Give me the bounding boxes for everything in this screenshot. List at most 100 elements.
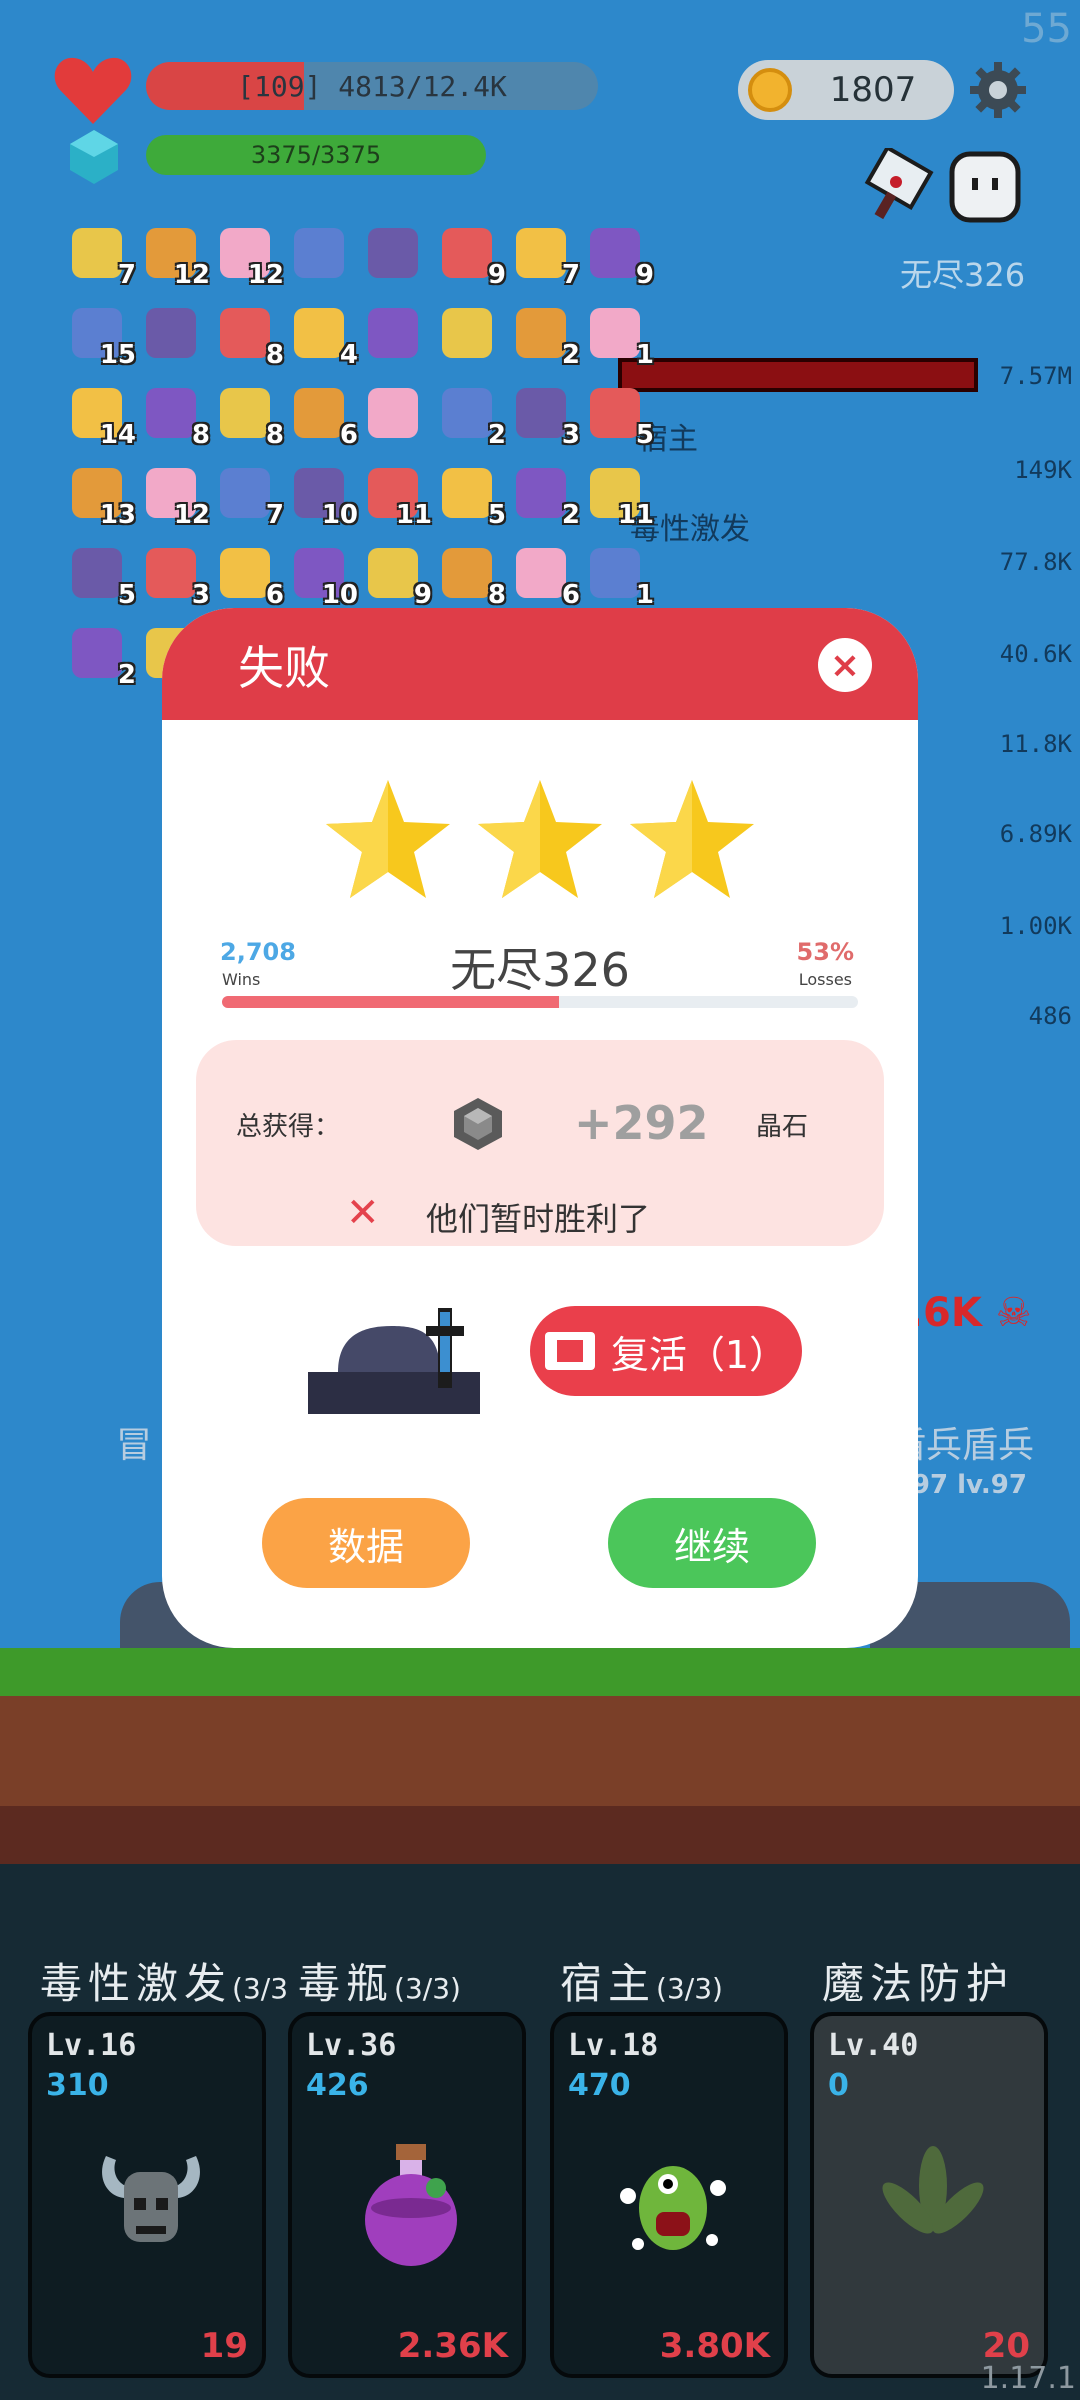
inventory-item[interactable]: 7 xyxy=(512,224,580,290)
inventory-item[interactable] xyxy=(290,224,348,282)
item-icon xyxy=(146,308,196,358)
close-button[interactable]: × xyxy=(818,638,872,692)
inventory-item[interactable]: 1 xyxy=(586,544,654,610)
item-count: 8 xyxy=(191,420,210,450)
inventory-item[interactable]: 5 xyxy=(586,384,654,450)
inventory-item[interactable]: 14 xyxy=(68,384,136,450)
inventory-item[interactable]: 12 xyxy=(142,224,210,290)
version-label: 1.17.1 xyxy=(980,2361,1076,2396)
tombstone-icon xyxy=(308,1308,480,1414)
item-icon xyxy=(72,628,122,678)
inventory-item[interactable]: 2 xyxy=(512,304,580,370)
item-icon xyxy=(516,388,566,438)
skill-card-toxic-burst[interactable]: Lv.16 310 19 xyxy=(28,2012,266,2378)
inventory-item[interactable]: 8 xyxy=(216,304,284,370)
inventory-item[interactable]: 10 xyxy=(290,544,358,610)
inventory-item[interactable]: 2 xyxy=(512,464,580,530)
damage-value: 486 xyxy=(1028,1002,1072,1030)
ghost-enemy-icon xyxy=(949,151,1021,223)
item-icon xyxy=(442,548,492,598)
inventory-item[interactable]: 2 xyxy=(68,624,136,690)
damage-value: 149K xyxy=(1014,456,1072,484)
inventory-item[interactable]: 1 xyxy=(586,304,654,370)
stats-button[interactable]: 数据 xyxy=(262,1498,470,1588)
skill-level: Lv.40 xyxy=(828,2028,919,2063)
inventory-item[interactable]: 5 xyxy=(438,464,506,530)
item-count: 12 xyxy=(247,260,284,290)
item-icon xyxy=(516,228,566,278)
item-count: 1 xyxy=(635,340,654,370)
dialog-title: 失败 xyxy=(238,641,330,695)
settings-gear-icon[interactable] xyxy=(968,60,1028,120)
skill-card-magic-shield[interactable]: Lv.40 0 20 xyxy=(810,2012,1048,2378)
item-icon xyxy=(294,228,344,278)
inventory-item[interactable]: 8 xyxy=(438,544,506,610)
item-icon xyxy=(72,228,122,278)
item-count: 12 xyxy=(173,260,210,290)
dirt xyxy=(0,1696,1080,1806)
damage-value: 40.6K xyxy=(999,640,1072,668)
inventory-item[interactable] xyxy=(142,304,200,362)
inventory-item[interactable]: 13 xyxy=(68,464,136,530)
inventory-item[interactable]: 9 xyxy=(586,224,654,290)
item-count: 3 xyxy=(561,420,580,450)
item-icon xyxy=(368,228,418,278)
dirt-lower xyxy=(0,1806,1080,1864)
inventory-item[interactable] xyxy=(438,304,496,362)
inventory-item[interactable]: 4 xyxy=(290,304,358,370)
item-count: 12 xyxy=(173,500,210,530)
skill-title: 宿主(3/3) xyxy=(560,1959,723,2008)
health-bar: [109] 4813/12.4K xyxy=(146,62,598,110)
inventory-item[interactable]: 3 xyxy=(512,384,580,450)
cleaver-icon xyxy=(864,148,934,220)
inventory-item[interactable] xyxy=(364,384,422,442)
inventory-item[interactable]: 3 xyxy=(142,544,210,610)
coin-counter: 1807 xyxy=(738,60,954,120)
item-icon xyxy=(516,308,566,358)
item-count: 15 xyxy=(99,340,136,370)
revive-button[interactable]: 复活（1） xyxy=(530,1306,802,1396)
mana-gem-icon xyxy=(70,130,118,184)
hero-name-bg: 冒 xyxy=(116,1425,153,1466)
inventory-item[interactable]: 2 xyxy=(438,384,506,450)
continue-button[interactable]: 继续 xyxy=(608,1498,816,1588)
horned-skull-icon xyxy=(102,2156,200,2242)
skill-card-poison-bottle[interactable]: Lv.36 426 2.36K xyxy=(288,2012,526,2378)
item-icon xyxy=(220,308,270,358)
item-icon xyxy=(368,548,418,598)
inventory-item[interactable]: 6 xyxy=(512,544,580,610)
inventory-item[interactable]: 6 xyxy=(290,384,358,450)
inventory-item[interactable] xyxy=(364,224,422,282)
skull-icon: ☠ xyxy=(995,1290,1032,1336)
item-icon xyxy=(368,388,418,438)
damage-value: 77.8K xyxy=(999,548,1072,576)
inventory-item[interactable]: 12 xyxy=(216,224,284,290)
skill-points: 310 xyxy=(46,2068,109,2103)
inventory-item[interactable]: 8 xyxy=(142,384,210,450)
inventory-item[interactable]: 9 xyxy=(364,544,432,610)
skill-value: 3.80K xyxy=(659,2326,770,2366)
inventory-item[interactable]: 7 xyxy=(68,224,136,290)
revive-label: 复活（1） xyxy=(610,1332,788,1377)
inventory-item[interactable]: 6 xyxy=(216,544,284,610)
cross-icon: ✕ xyxy=(346,1190,380,1236)
item-count: 2 xyxy=(561,500,580,530)
inventory-item[interactable]: 10 xyxy=(290,464,358,530)
inventory-item[interactable]: 11 xyxy=(586,464,654,530)
skill-card-host[interactable]: Lv.18 470 3.80K xyxy=(550,2012,788,2378)
inventory-item[interactable]: 9 xyxy=(438,224,506,290)
skill-title: 毒瓶(3/3) xyxy=(298,1959,461,2008)
item-count: 7 xyxy=(561,260,580,290)
inventory-item[interactable]: 5 xyxy=(68,544,136,610)
item-icon xyxy=(442,228,492,278)
item-icon xyxy=(146,388,196,438)
inventory-item[interactable]: 15 xyxy=(68,304,136,370)
inventory-item[interactable]: 11 xyxy=(364,464,432,530)
item-icon xyxy=(590,548,640,598)
item-count: 3 xyxy=(191,580,210,610)
inventory-item[interactable] xyxy=(364,304,422,362)
inventory-item[interactable]: 8 xyxy=(216,384,284,450)
inventory-item[interactable]: 12 xyxy=(142,464,210,530)
loss-percent: 53% xyxy=(796,938,854,966)
inventory-item[interactable]: 7 xyxy=(216,464,284,530)
